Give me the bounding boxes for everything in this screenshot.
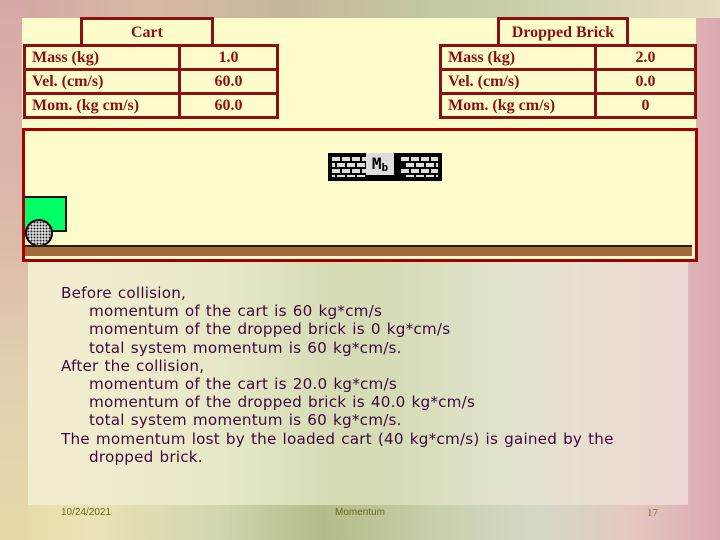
footer-date: 10/24/2021: [61, 507, 112, 518]
explanation-line: Before collision,: [61, 284, 187, 302]
explanation-line: total system momentum is 60 kg*cm/s.: [89, 411, 402, 430]
brick-velocity-value: 0.0: [594, 68, 697, 95]
explanation-line: momentum of the cart is 20.0 kg*cm/s: [89, 375, 397, 394]
explanation-text: Before collision, momentum of the cart is…: [61, 284, 681, 466]
explanation-line: momentum of the dropped brick is 0 kg*cm…: [89, 320, 451, 339]
table-row: Mom. (kg cm/s) 60.0: [23, 92, 279, 119]
explanation-line: The momentum lost by the loaded cart (40…: [61, 429, 614, 448]
brick-velocity-label: Vel. (cm/s): [439, 68, 597, 95]
cart-table: Mass (kg) 1.0 Vel. (cm/s) 60.0 Mom. (kg …: [23, 44, 279, 119]
explanation-line: After the collision,: [61, 356, 205, 375]
cart-wheel-icon: [25, 219, 53, 247]
footer-title: Momentum: [335, 507, 386, 518]
brick-label-main: M: [371, 154, 382, 173]
table-row: Vel. (cm/s) 0.0: [439, 68, 697, 95]
footer-page-number: 17: [647, 507, 658, 519]
explanation-line: dropped brick.: [89, 447, 203, 466]
cart-mass-label: Mass (kg): [23, 44, 181, 71]
track-ground: [25, 247, 692, 256]
brick-mass-label: Mb: [366, 153, 394, 175]
table-row: Mass (kg) 1.0: [23, 44, 279, 71]
explanation-line: momentum of the cart is 60 kg*cm/s: [89, 302, 383, 321]
cart-velocity-value: 60.0: [178, 68, 279, 95]
brick-mass-label: Mass (kg): [439, 44, 597, 71]
brick-momentum-value: 0: [594, 92, 697, 119]
table-row: Mom. (kg cm/s) 0: [439, 92, 697, 119]
brick-table-title: Dropped Brick: [497, 17, 629, 47]
brick-momentum-label: Mom. (kg cm/s): [439, 92, 597, 119]
explanation-line: momentum of the dropped brick is 40.0 kg…: [89, 393, 476, 412]
cart-velocity-label: Vel. (cm/s): [23, 68, 181, 95]
brick-icon: Mb: [328, 153, 442, 181]
cart-momentum-value: 60.0: [178, 92, 279, 119]
cart-momentum-label: Mom. (kg cm/s): [23, 92, 181, 119]
background-top-band: [0, 0, 720, 18]
cart-mass-value: 1.0: [178, 44, 279, 71]
cart-table-title: Cart: [80, 17, 214, 47]
simulation-track-frame: [22, 128, 698, 262]
brick-label-subscript: b: [381, 161, 389, 174]
table-row: Vel. (cm/s) 60.0: [23, 68, 279, 95]
explanation-line: total system momentum is 60 kg*cm/s.: [89, 338, 402, 357]
brick-mass-value: 2.0: [594, 44, 697, 71]
table-row: Mass (kg) 2.0: [439, 44, 697, 71]
brick-table: Mass (kg) 2.0 Vel. (cm/s) 0.0 Mom. (kg c…: [439, 44, 697, 119]
